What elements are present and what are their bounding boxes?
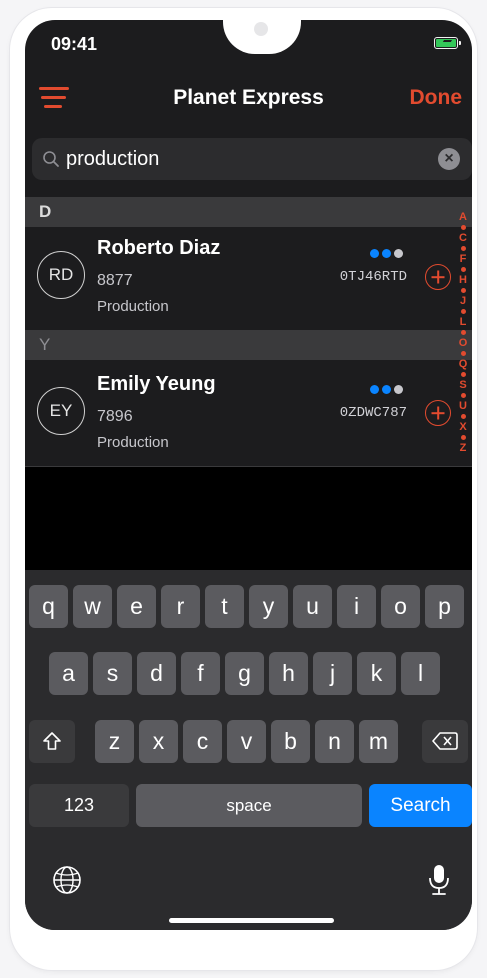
shift-icon[interactable] (29, 720, 75, 763)
backspace-icon[interactable] (422, 720, 468, 763)
keyboard: q w e r t y u i o p a s d f g h j k l z x c v b n m 123 space Search (25, 570, 472, 930)
empty-list-area (25, 467, 472, 570)
index-bullet (460, 267, 466, 272)
index-letter[interactable]: C (459, 233, 467, 244)
contact-code: 0TJ46RTD (339, 269, 407, 285)
presence-dot (382, 249, 391, 258)
index-letter[interactable]: Q (459, 359, 468, 370)
key-r[interactable]: r (161, 585, 200, 628)
avatar: EY (37, 387, 85, 435)
key-z[interactable]: z (95, 720, 134, 763)
numbers-key[interactable]: 123 (29, 784, 129, 827)
microphone-icon[interactable] (427, 863, 451, 902)
contact-code: 0ZDWC787 (339, 405, 407, 421)
index-bullet (460, 372, 466, 377)
key-l[interactable]: l (401, 652, 440, 695)
contact-name: Roberto Diaz (97, 237, 221, 259)
index-letter[interactable]: L (460, 317, 467, 328)
section-header-d: D (25, 197, 472, 227)
key-f[interactable]: f (181, 652, 220, 695)
presence-dot (394, 385, 403, 394)
add-icon[interactable] (425, 400, 451, 426)
key-i[interactable]: i (337, 585, 376, 628)
key-j[interactable]: j (313, 652, 352, 695)
index-letter[interactable]: Z (460, 443, 467, 454)
page-title: Planet Express (173, 86, 324, 109)
front-camera (254, 22, 268, 36)
clear-icon[interactable]: × (438, 148, 460, 170)
contact-name: Emily Yeung (97, 373, 216, 395)
index-bullet (460, 351, 466, 356)
key-m[interactable]: m (359, 720, 398, 763)
contact-department: Production (97, 434, 169, 451)
key-n[interactable]: n (315, 720, 354, 763)
index-bullet (460, 309, 466, 314)
avatar: RD (37, 251, 85, 299)
search-icon (43, 151, 59, 167)
key-q[interactable]: q (29, 585, 68, 628)
index-letter[interactable]: F (460, 254, 467, 265)
index-bullet (460, 246, 466, 251)
space-key[interactable]: space (136, 784, 362, 827)
search-key[interactable]: Search (369, 784, 472, 827)
key-y[interactable]: y (249, 585, 288, 628)
index-letter[interactable]: H (459, 275, 467, 286)
index-letter[interactable]: U (459, 401, 467, 412)
presence-dot (370, 385, 379, 394)
key-g[interactable]: g (225, 652, 264, 695)
add-icon[interactable] (425, 264, 451, 290)
index-bullet (460, 435, 466, 440)
section-index[interactable]: ACFHJLOQSUXZ (456, 212, 470, 454)
key-a[interactable]: a (49, 652, 88, 695)
index-bullet (460, 225, 466, 230)
search-input[interactable]: production (66, 148, 159, 171)
key-s[interactable]: s (93, 652, 132, 695)
index-letter[interactable]: X (459, 422, 466, 433)
key-o[interactable]: o (381, 585, 420, 628)
search-bar[interactable]: production × (32, 138, 472, 180)
key-h[interactable]: h (269, 652, 308, 695)
index-letter[interactable]: A (459, 212, 467, 223)
key-e[interactable]: e (117, 585, 156, 628)
backspace-glyph (432, 732, 458, 750)
contact-extension: 8877 (97, 272, 133, 289)
done-button[interactable]: Done (410, 86, 463, 110)
home-indicator[interactable] (169, 918, 334, 923)
presence-dot (370, 249, 379, 258)
presence-dots (370, 245, 406, 263)
index-bullet (460, 288, 466, 293)
key-d[interactable]: d (137, 652, 176, 695)
status-time: 09:41 (51, 34, 98, 54)
index-bullet (460, 393, 466, 398)
key-c[interactable]: c (183, 720, 222, 763)
key-t[interactable]: t (205, 585, 244, 628)
section-header-y: Y (25, 330, 472, 360)
notch (223, 20, 301, 54)
index-bullet (460, 330, 466, 335)
battery-icon (434, 37, 461, 49)
contact-row[interactable]: RD Roberto Diaz 8877 Production 0TJ46RTD (25, 227, 472, 330)
index-letter[interactable]: J (460, 296, 466, 307)
contact-row[interactable]: EY Emily Yeung 7896 Production 0ZDWC787 (25, 363, 472, 466)
key-x[interactable]: x (139, 720, 178, 763)
presence-dot (394, 249, 403, 258)
contact-extension: 7896 (97, 408, 133, 425)
app-screen: 09:41 Planet Express Done production × D… (25, 20, 472, 930)
key-k[interactable]: k (357, 652, 396, 695)
presence-dot (382, 385, 391, 394)
key-v[interactable]: v (227, 720, 266, 763)
navigation-bar: Planet Express Done (25, 75, 472, 125)
key-p[interactable]: p (425, 585, 464, 628)
key-b[interactable]: b (271, 720, 310, 763)
contact-department: Production (97, 298, 169, 315)
shift-glyph (43, 732, 61, 750)
index-letter[interactable]: S (459, 380, 466, 391)
key-w[interactable]: w (73, 585, 112, 628)
presence-dots (370, 381, 406, 399)
globe-icon[interactable] (51, 864, 83, 901)
key-u[interactable]: u (293, 585, 332, 628)
index-bullet (460, 414, 466, 419)
index-letter[interactable]: O (459, 338, 468, 349)
